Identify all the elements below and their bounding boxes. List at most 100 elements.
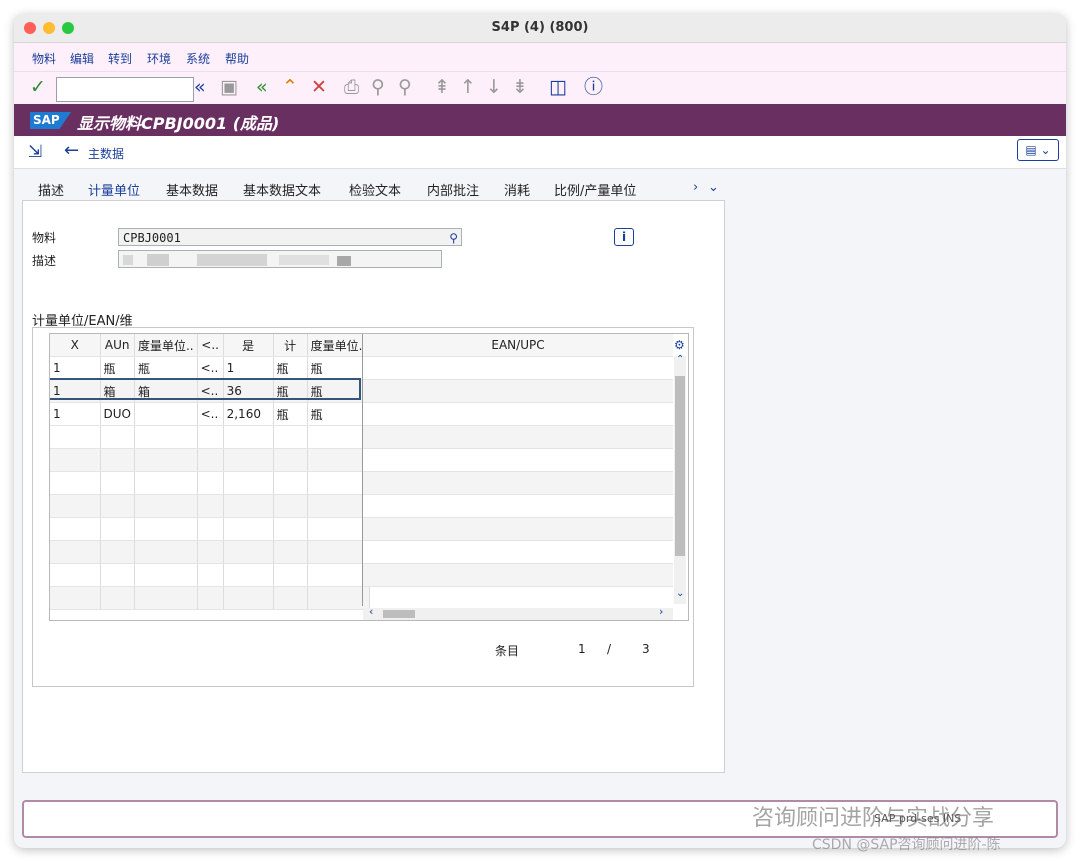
tab-basic-data-text[interactable]: 基本数据文本: [243, 180, 321, 199]
description-label: 描述: [32, 254, 57, 268]
ean-row[interactable]: [363, 518, 673, 541]
cell-lt[interactable]: <..: [197, 356, 224, 380]
empty-row[interactable]: [50, 448, 371, 472]
cell-x[interactable]: 1: [50, 402, 101, 426]
find-next-icon[interactable]: ⚲: [398, 77, 412, 97]
menu-goto[interactable]: 转到: [108, 50, 132, 67]
empty-row[interactable]: [50, 471, 371, 495]
ean-row[interactable]: [363, 449, 673, 472]
enter-check-icon[interactable]: ✓: [30, 77, 46, 97]
search-help-icon[interactable]: ⚲: [449, 229, 458, 247]
cell-lt[interactable]: <..: [197, 402, 224, 426]
cell-base-unit[interactable]: 瓶: [273, 356, 308, 380]
menu-material[interactable]: 物料: [32, 50, 56, 67]
csdn-watermark: CSDN @SAP咨询顾问进阶-陈: [812, 837, 1001, 853]
redacted-text-block: [279, 255, 329, 265]
back-icon[interactable]: «: [256, 77, 268, 97]
uom-group-frame: X AUn 度量单位.. <.. 是 计 度量单位.. 1 瓶 瓶 <.. 1 …: [32, 327, 694, 687]
cell-aun[interactable]: DUO: [100, 402, 135, 426]
tab-inspection-text[interactable]: 检验文本: [349, 180, 401, 199]
empty-row[interactable]: [50, 540, 371, 564]
cell-uom[interactable]: 瓶: [134, 356, 198, 380]
vertical-scrollbar[interactable]: ⌃ ⌄: [674, 354, 686, 604]
empty-row[interactable]: [50, 494, 371, 518]
cell-uom[interactable]: [134, 402, 198, 426]
wechat-watermark: 咨询顾问进阶与实战分享: [752, 806, 995, 831]
empty-row[interactable]: [50, 425, 371, 449]
material-field[interactable]: CPBJ0001 ⚲: [118, 228, 462, 246]
more-options-dropdown[interactable]: ▤ ⌄: [1017, 139, 1059, 161]
scroll-right-icon[interactable]: ›: [659, 605, 663, 618]
ean-row[interactable]: [363, 357, 673, 380]
ean-row[interactable]: [363, 426, 673, 449]
exit-icon[interactable]: ⌃: [282, 77, 298, 97]
ean-row[interactable]: [363, 564, 673, 587]
col-header-base-unit[interactable]: 计: [273, 334, 308, 357]
tab-basic-data[interactable]: 基本数据: [166, 180, 218, 199]
vertical-scroll-thumb[interactable]: [675, 376, 685, 556]
main-data-button[interactable]: 主数据: [88, 145, 124, 162]
entry-current: 1: [578, 642, 586, 656]
new-session-icon[interactable]: ◫: [549, 77, 567, 97]
cell-uom-2[interactable]: 瓶: [307, 402, 371, 426]
col-header-uom-2[interactable]: 度量单位..: [307, 334, 371, 357]
tab-scroll-right-icon[interactable]: ›: [693, 180, 698, 195]
cell-numerator[interactable]: 2,160: [223, 402, 274, 426]
tab-consumption[interactable]: 消耗: [504, 180, 530, 199]
settings-gear-icon[interactable]: ⚙: [674, 338, 685, 352]
last-page-icon[interactable]: ⇟: [512, 77, 528, 97]
ean-row[interactable]: [363, 403, 673, 426]
menu-environment[interactable]: 环境: [147, 50, 171, 67]
scroll-left-icon[interactable]: ‹: [369, 605, 373, 618]
tab-list-chevron-down-icon[interactable]: ⌄: [708, 180, 719, 195]
table-row[interactable]: 1 DUO <.. 2,160 瓶 瓶: [50, 402, 371, 426]
ean-row[interactable]: [363, 380, 673, 403]
tab-description[interactable]: 描述: [38, 180, 64, 199]
empty-row[interactable]: [50, 586, 371, 610]
previous-page-icon[interactable]: ↑: [460, 77, 476, 97]
find-icon[interactable]: ⚲: [371, 77, 385, 97]
cell-aun[interactable]: 瓶: [100, 356, 135, 380]
print-icon[interactable]: ⎙: [344, 77, 359, 97]
ean-column-header[interactable]: EAN/UPC: [363, 334, 673, 357]
arrow-left-icon[interactable]: ←: [64, 140, 79, 161]
menu-help[interactable]: 帮助: [225, 50, 249, 67]
command-field[interactable]: [56, 77, 194, 102]
cancel-icon[interactable]: ✕: [311, 77, 327, 97]
cell-numerator[interactable]: 1: [223, 356, 274, 380]
empty-row[interactable]: [50, 517, 371, 541]
table-row[interactable]: 1 瓶 瓶 <.. 1 瓶 瓶: [50, 356, 371, 380]
help-icon[interactable]: ⓘ: [584, 77, 603, 97]
col-header-uom[interactable]: 度量单位..: [134, 334, 198, 357]
cell-uom-2[interactable]: 瓶: [307, 356, 371, 380]
table-header-row: X AUn 度量单位.. <.. 是 计 度量单位..: [50, 334, 371, 357]
ean-row[interactable]: [363, 495, 673, 518]
col-header-lt[interactable]: <..: [197, 334, 224, 357]
col-header-aun[interactable]: AUn: [100, 334, 135, 357]
save-icon[interactable]: ▣: [220, 77, 238, 97]
menu-system[interactable]: 系统: [186, 50, 210, 67]
other-view-icon[interactable]: ⇲: [28, 142, 42, 162]
redacted-text-block: [123, 255, 133, 265]
ean-row[interactable]: [363, 541, 673, 564]
first-page-icon[interactable]: ⇞: [434, 77, 450, 97]
col-header-numerator[interactable]: 是: [223, 334, 274, 357]
scroll-down-icon[interactable]: ⌄: [676, 588, 684, 599]
horizontal-scroll-thumb[interactable]: [383, 610, 415, 618]
cell-x[interactable]: 1: [50, 356, 101, 380]
redacted-text-block: [147, 254, 169, 266]
menu-edit[interactable]: 编辑: [70, 50, 94, 67]
ean-row[interactable]: [363, 472, 673, 495]
tab-proportion-units[interactable]: 比例/产量单位: [554, 180, 636, 199]
sap-window: S4P (4) (800) 物料 编辑 转到 环境 系统 帮助 ✓ « ▣ « …: [14, 14, 1066, 848]
col-header-x[interactable]: X: [50, 334, 101, 357]
scroll-up-icon[interactable]: ⌃: [676, 354, 684, 365]
horizontal-scrollbar[interactable]: ‹ ›: [363, 605, 673, 620]
tab-internal-comment[interactable]: 内部批注: [427, 180, 479, 199]
empty-row[interactable]: [50, 563, 371, 587]
screen-title: 显示物料CPBJ0001 (成品): [77, 114, 280, 133]
info-icon[interactable]: i: [614, 228, 634, 246]
cell-base-unit[interactable]: 瓶: [273, 402, 308, 426]
next-page-icon[interactable]: ↓: [486, 77, 502, 97]
command-history-icon[interactable]: «: [194, 77, 206, 97]
